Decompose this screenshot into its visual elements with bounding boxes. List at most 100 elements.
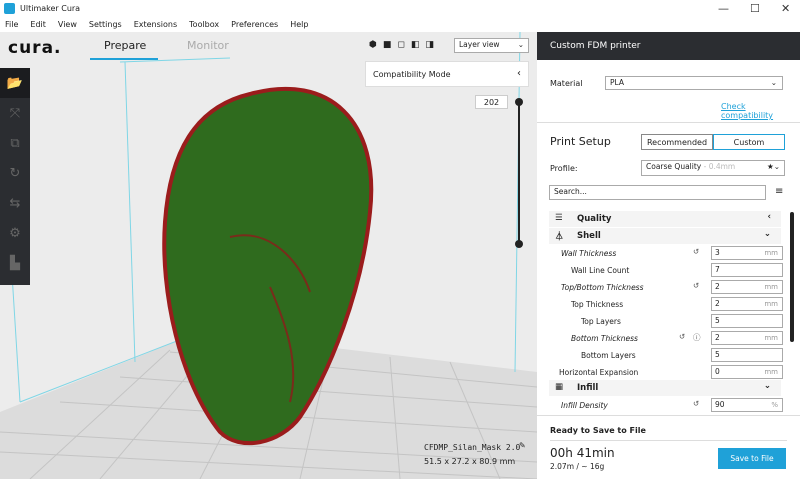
setting-input[interactable]: 5 xyxy=(711,314,783,328)
value: 0 xyxy=(715,367,720,376)
3d-viewport[interactable] xyxy=(0,32,537,479)
unit: mm xyxy=(764,283,778,291)
layer-slider-top-handle[interactable] xyxy=(515,98,523,106)
reset-icon[interactable]: ↺ xyxy=(679,332,685,341)
minimize-button[interactable]: — xyxy=(718,2,729,15)
setting-label: Bottom Thickness xyxy=(571,334,638,343)
value: 5 xyxy=(715,316,720,325)
print-time: 00h 41min xyxy=(550,446,615,460)
rotate-tool-icon[interactable]: ↻ xyxy=(0,158,30,188)
move-tool-icon[interactable]: ⤧ xyxy=(0,98,30,128)
setting-label: Top/Bottom Thickness xyxy=(561,283,644,292)
left-toolbar: 📂 ⤧ ⧉ ↻ ⇆ ⚙ ▙ xyxy=(0,68,30,285)
unit: % xyxy=(771,401,778,409)
support-blocker-icon[interactable]: ▙ xyxy=(0,248,30,278)
output-footer: Ready to Save to File 00h 41min 2.07m / … xyxy=(537,415,800,479)
menu-toolbox[interactable]: Toolbox xyxy=(189,20,219,29)
tab-prepare[interactable]: Prepare xyxy=(104,39,146,52)
view-left-icon[interactable]: ◧ xyxy=(411,40,420,50)
profile-value: Coarse Quality xyxy=(646,162,702,171)
setting-label: Wall Thickness xyxy=(561,249,617,258)
shell-icon: ⏃ xyxy=(555,232,564,242)
material-select[interactable]: PLA ⌄ xyxy=(605,76,783,90)
menu-extensions[interactable]: Extensions xyxy=(134,20,177,29)
menu-help[interactable]: Help xyxy=(290,20,308,29)
setting-input[interactable]: 2 mm xyxy=(711,297,783,311)
open-file-icon[interactable]: 📂 xyxy=(0,68,30,98)
custom-tab[interactable]: Custom xyxy=(713,134,785,150)
cura-logo: cura. xyxy=(8,38,62,58)
setting-bottom-thickness: Bottom Thickness ↺ ⓘ 2 mm xyxy=(551,330,786,347)
setting-wall-line-count: Wall Line Count 7 xyxy=(551,262,786,279)
chevron-left-icon: ‹ xyxy=(517,68,521,79)
mirror-tool-icon[interactable]: ⇆ xyxy=(0,188,30,218)
reset-icon[interactable]: ↺ xyxy=(693,399,699,408)
recommended-tab[interactable]: Recommended xyxy=(641,134,713,150)
settings-scrollbar[interactable] xyxy=(790,212,794,342)
edit-name-pencil-icon[interactable]: ✎ xyxy=(519,441,526,450)
setting-input[interactable]: 0 mm xyxy=(711,365,783,379)
menu-preferences[interactable]: Preferences xyxy=(231,20,278,29)
info-icon[interactable]: ⓘ xyxy=(693,332,701,343)
setting-input[interactable]: 90% xyxy=(711,398,783,412)
value: 7 xyxy=(715,265,720,274)
settings-search-input[interactable]: Search... xyxy=(549,185,766,200)
category-label: Infill xyxy=(577,383,599,393)
unit: mm xyxy=(764,334,778,342)
category-infill[interactable]: ▦ Infill ⌄ xyxy=(549,380,781,396)
window-title: Ultimaker Cura xyxy=(20,4,81,13)
setting-label: Infill Density xyxy=(561,401,608,410)
setting-input[interactable]: 5 xyxy=(711,348,783,362)
check-compatibility-link[interactable]: Check compatibility xyxy=(721,102,800,120)
layer-slider-bottom-handle[interactable] xyxy=(515,240,523,248)
setting-input[interactable]: 3 mm xyxy=(711,246,783,260)
material-label: Material xyxy=(550,79,583,88)
layer-number-input[interactable]: 202 xyxy=(475,95,508,109)
setting-label: Horizontal Expansion xyxy=(559,368,639,377)
view-3d-icon[interactable]: ⬢ xyxy=(369,40,377,50)
per-model-settings-icon[interactable]: ⚙ xyxy=(0,218,30,248)
unit: mm xyxy=(764,368,778,376)
value: 5 xyxy=(715,350,720,359)
setting-label: Top Layers xyxy=(581,317,621,326)
close-button[interactable]: ✕ xyxy=(781,2,790,15)
tab-monitor[interactable]: Monitor xyxy=(187,39,229,52)
ready-status: Ready to Save to File xyxy=(550,426,646,435)
menu-file[interactable]: File xyxy=(5,20,18,29)
profile-select[interactable]: Coarse Quality - 0.4mm ★⌄ xyxy=(641,160,785,176)
view-mode-select[interactable]: Layer view ⌄ xyxy=(454,38,529,53)
setting-label: Bottom Layers xyxy=(581,351,636,360)
maximize-button[interactable]: ☐ xyxy=(750,2,760,15)
scale-tool-icon[interactable]: ⧉ xyxy=(0,128,30,158)
menu-view[interactable]: View xyxy=(58,20,77,29)
setting-top-layers: Top Layers 5 xyxy=(551,313,786,330)
menu-bar: File Edit View Settings Extensions Toolb… xyxy=(0,17,800,32)
menu-edit[interactable]: Edit xyxy=(30,20,46,29)
settings-visibility-menu-icon[interactable]: ≡ xyxy=(775,186,783,197)
cura-app-icon xyxy=(4,3,15,14)
setting-input[interactable]: 2 mm xyxy=(711,331,783,345)
save-to-file-button[interactable]: Save to File xyxy=(718,448,786,469)
compatibility-mode-panel[interactable]: Compatibility Mode ‹ xyxy=(365,61,529,87)
active-tab-indicator xyxy=(90,58,158,60)
value: 2 xyxy=(715,282,720,291)
settings-panel: Custom FDM printer Material PLA ⌄ Check c… xyxy=(537,32,800,479)
view-front-icon[interactable]: ■ xyxy=(383,40,392,50)
quality-icon: ☰ xyxy=(555,213,563,223)
category-shell[interactable]: ⏃ Shell ⌄ xyxy=(549,228,781,244)
setting-input[interactable]: 2 mm xyxy=(711,280,783,294)
reset-icon[interactable]: ↺ xyxy=(693,247,699,256)
reset-icon[interactable]: ↺ xyxy=(693,281,699,290)
setting-wall-thickness: Wall Thickness ↺ 3 mm xyxy=(551,245,786,262)
menu-settings[interactable]: Settings xyxy=(89,20,122,29)
setting-input[interactable]: 7 xyxy=(711,263,783,277)
layer-slider-track[interactable] xyxy=(518,103,520,243)
view-right-icon[interactable]: ◨ xyxy=(425,40,434,50)
value: 3 xyxy=(715,248,720,257)
printer-header[interactable]: Custom FDM printer xyxy=(537,32,800,60)
model-dimensions: 51.5 x 27.2 x 80.9 mm xyxy=(424,457,516,466)
category-quality[interactable]: ☰ Quality ‹ xyxy=(549,211,781,227)
view-top-icon[interactable]: ◻ xyxy=(397,40,404,50)
chevron-down-icon: ⌄ xyxy=(517,40,524,49)
profile-layer-height: - 0.4mm xyxy=(701,162,736,171)
